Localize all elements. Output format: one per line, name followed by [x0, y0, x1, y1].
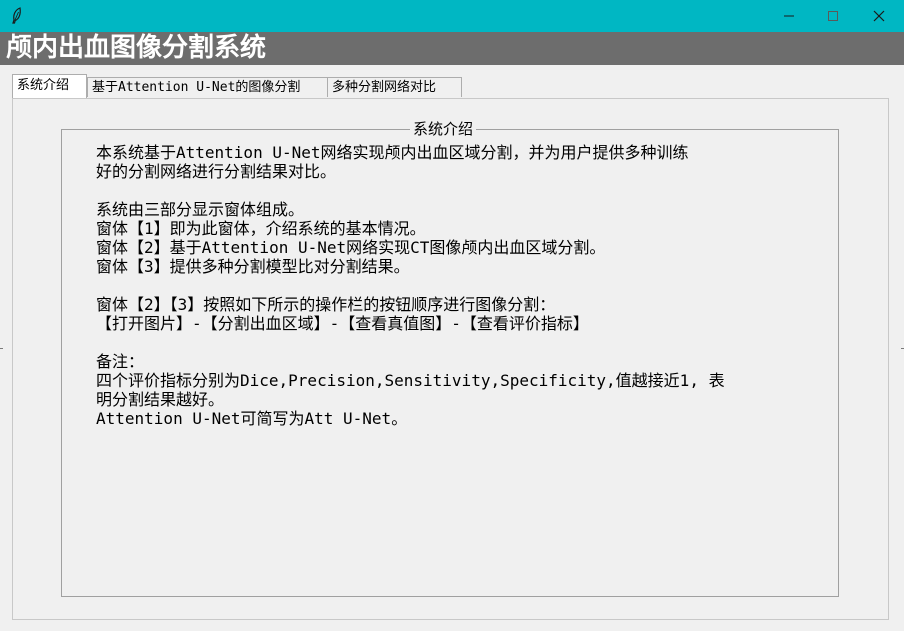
intro-line: 窗体【2】【3】按照如下所示的操作栏的按钮顺序进行图像分割： — [96, 295, 556, 314]
tab-system-intro[interactable]: 系统介绍 — [12, 74, 87, 98]
intro-line: 窗体【1】即为此窗体，介绍系统的基本情况。 — [96, 219, 426, 238]
intro-line: 窗体【3】提供多种分割模型比对分割结果。 — [96, 257, 410, 276]
intro-line: 明分割结果越好。 — [96, 390, 225, 409]
intro-line — [96, 333, 816, 352]
close-button[interactable] — [856, 0, 902, 32]
intro-line: 窗体【2】基于Attention U-Net网络实现CT图像颅内出血区域分割。 — [96, 238, 606, 257]
window-edge-mark — [0, 348, 3, 349]
minimize-button[interactable] — [766, 0, 812, 32]
maximize-button[interactable] — [810, 0, 856, 32]
header-banner: 颅内出血图像分割系统 — [0, 32, 904, 65]
intro-line: 备注： — [96, 352, 145, 371]
intro-line: Attention U-Net可简写为Att U-Net。 — [96, 409, 408, 428]
tab-network-comparison[interactable]: 多种分割网络对比 — [327, 77, 462, 97]
minimize-icon — [784, 15, 794, 17]
intro-text: 本系统基于Attention U-Net网络实现颅内出血区域分割，并为用户提供多… — [96, 143, 816, 428]
intro-line: 【打开图片】-【分割出血区域】-【查看真值图】-【查看评价指标】 — [96, 314, 589, 333]
intro-line: 好的分割网络进行分割结果对比。 — [96, 162, 337, 181]
intro-line: 四个评价指标分别为Dice,Precision,Sensitivity,Spec… — [96, 371, 725, 390]
intro-group-title: 系统介绍 — [410, 120, 477, 138]
intro-line — [96, 181, 816, 200]
maximize-icon — [828, 11, 838, 21]
window-titlebar[interactable] — [0, 0, 904, 32]
intro-line — [96, 276, 816, 295]
close-icon — [873, 10, 885, 22]
tab-attention-unet-segmentation[interactable]: 基于Attention U-Net的图像分割 — [87, 77, 328, 97]
app-title: 颅内出血图像分割系统 — [6, 33, 267, 63]
intro-line: 系统由三部分显示窗体组成。 — [96, 200, 305, 219]
intro-line: 本系统基于Attention U-Net网络实现颅内出血区域分割，并为用户提供多… — [96, 143, 689, 162]
feather-icon — [8, 6, 26, 24]
